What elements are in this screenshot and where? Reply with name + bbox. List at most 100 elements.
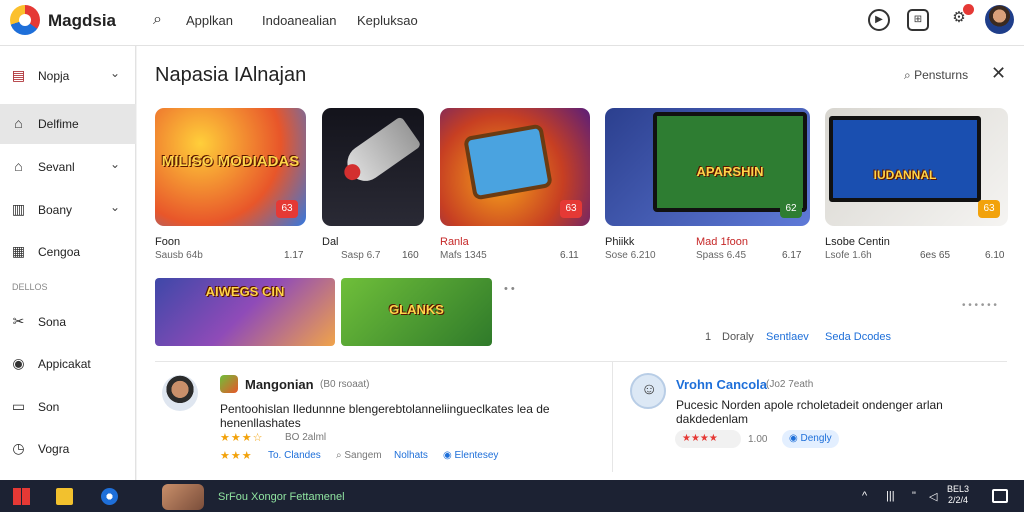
browser-icon[interactable] bbox=[101, 488, 118, 505]
game-card-2[interactable] bbox=[322, 108, 424, 226]
review-author[interactable]: Vrohn Cancola bbox=[676, 377, 767, 392]
sidebar-item-appicakat[interactable]: ◉ Appicakat bbox=[0, 344, 136, 384]
sidebar-section-label: DELLOS bbox=[12, 282, 48, 292]
sidebar-item-label: Delfime bbox=[38, 117, 79, 131]
review-sub: (Jo2 7eath bbox=[766, 379, 814, 390]
notification-center-icon[interactable] bbox=[992, 489, 1008, 503]
card-tag: 63 bbox=[560, 200, 582, 218]
nav-item-3[interactable]: Kepluksao bbox=[357, 13, 418, 28]
sidebar-item-cengoa[interactable]: ▦ Cengoa bbox=[0, 232, 136, 272]
network-icon[interactable]: ||| bbox=[886, 490, 895, 502]
taskbar-app-title[interactable]: SrFou Xongor Fettamenel bbox=[218, 491, 345, 503]
review-rating: 1.00 bbox=[748, 434, 768, 445]
game-card-1[interactable]: MILISO MODIADAS 63 bbox=[155, 108, 306, 226]
sidebar-item-sona[interactable]: ✂ Sona bbox=[0, 302, 136, 342]
review-pill-label: Dengly bbox=[800, 433, 832, 444]
sidebar-item-label: Sevanl bbox=[38, 160, 75, 174]
card-name[interactable]: Foon bbox=[155, 236, 180, 248]
pagination-dots[interactable]: • • bbox=[504, 283, 515, 295]
pin-icon: ◉ bbox=[12, 355, 25, 371]
card-name-2[interactable]: Mad 1foon bbox=[696, 236, 748, 248]
more-dots[interactable]: • • • • • • bbox=[962, 300, 997, 311]
chevron-down-icon[interactable]: ⌄ bbox=[110, 66, 120, 80]
search-icon[interactable]: ⌕ bbox=[153, 11, 162, 29]
chart-icon: ▦ bbox=[11, 243, 26, 259]
play-icon[interactable]: ▶ bbox=[868, 9, 890, 31]
divider bbox=[155, 361, 1007, 362]
card-tag: 63 bbox=[276, 200, 298, 218]
card-meta: Sasp 6.7 bbox=[341, 250, 381, 261]
avatar[interactable] bbox=[162, 375, 198, 411]
app-thumbnail[interactable] bbox=[162, 484, 204, 510]
game-card-3[interactable]: 63 bbox=[440, 108, 590, 226]
notification-badge bbox=[963, 4, 974, 15]
divider-vertical bbox=[612, 362, 613, 472]
review-tag[interactable]: ⌕ Sangem bbox=[336, 450, 382, 461]
review-tag[interactable]: Nolhats bbox=[394, 450, 428, 461]
card-num: 1.17 bbox=[284, 250, 304, 261]
game-card-4[interactable]: APARSHIN 62 bbox=[605, 108, 810, 226]
sidebar-item-son[interactable]: ▭ Son bbox=[0, 387, 136, 427]
card-title: APARSHIN bbox=[696, 164, 764, 179]
card-meta: Lsofe 1.6h bbox=[825, 250, 872, 261]
monitor-icon: ▭ bbox=[11, 398, 26, 414]
banner-2[interactable]: GLANKS bbox=[341, 278, 492, 346]
card-num: 6es 65 bbox=[920, 250, 951, 261]
search-action[interactable]: ⌕ Pensturns bbox=[904, 68, 968, 83]
clock-icon: ◷ bbox=[12, 440, 25, 456]
sidebar-item-vogra[interactable]: ◷ Vogra bbox=[0, 429, 136, 469]
review-pill[interactable]: ◉ Dengly bbox=[782, 430, 839, 448]
banner-title: AIWEGS CIN bbox=[205, 284, 285, 299]
avatar[interactable]: ☺ bbox=[630, 373, 666, 409]
clock[interactable]: BEL3 2/2/4 bbox=[947, 484, 969, 506]
sidebar-item-label: Appicakat bbox=[38, 357, 91, 371]
sort-control[interactable]: Sentlaev bbox=[766, 331, 809, 343]
sidebar-item-delfime[interactable]: ⌂ Delfime bbox=[0, 104, 136, 144]
nav-item-1[interactable]: Applkan bbox=[186, 13, 233, 28]
card-name[interactable]: Dal bbox=[322, 236, 339, 248]
sidebar-item-label: Boany bbox=[38, 203, 73, 217]
info-icon: ◉ bbox=[443, 450, 455, 461]
card-meta: Sose 6.210 bbox=[605, 250, 656, 261]
volume-icon[interactable]: " bbox=[912, 490, 916, 502]
card-num: 6.11 bbox=[560, 250, 579, 261]
rocket-image bbox=[340, 116, 422, 188]
card-name[interactable]: Ranla bbox=[440, 236, 469, 248]
brand-name: Magdsia bbox=[48, 11, 117, 30]
filter-control[interactable]: Seda Dcodes bbox=[825, 331, 891, 343]
display-control[interactable]: Doraly bbox=[722, 331, 754, 343]
app-logo[interactable] bbox=[10, 5, 40, 35]
avatar[interactable] bbox=[985, 5, 1014, 34]
nav-item-2[interactable]: Indoanealian bbox=[262, 13, 336, 28]
gamepad-icon[interactable]: ⊞ bbox=[907, 9, 929, 31]
chevron-down-icon[interactable]: ⌄ bbox=[110, 157, 120, 171]
card-title: MILISO MODIADAS bbox=[161, 152, 300, 170]
sidebar-item-sevanl[interactable]: ⌂ Sevanl ⌄ bbox=[0, 147, 136, 187]
sidebar-item-boany[interactable]: ▥ Boany ⌄ bbox=[0, 190, 136, 230]
taskbar: SrFou Xongor Fettamenel ^ ||| " ◁ BEL3 2… bbox=[0, 480, 1024, 512]
chevron-up-icon[interactable]: ^ bbox=[862, 490, 867, 502]
review-tag[interactable]: To. Clandes bbox=[268, 450, 321, 461]
top-bar: Magdsia ⌕ Applkan Indoanealian Kepluksao… bbox=[0, 0, 1024, 46]
folder-icon[interactable] bbox=[56, 488, 73, 505]
page-title: Napasia IAlnajan bbox=[155, 64, 307, 86]
tv-image: APARSHIN bbox=[653, 112, 807, 212]
review-tag[interactable]: ◉ Elentesey bbox=[443, 450, 498, 461]
speaker-icon[interactable]: ◁ bbox=[929, 490, 937, 503]
card-num: 6.17 bbox=[782, 250, 802, 261]
windows-icon[interactable] bbox=[13, 488, 30, 505]
star-rating-pill: ★★★★ bbox=[675, 430, 741, 448]
card-meta-2: Spass 6.45 bbox=[696, 250, 747, 261]
chevron-down-icon[interactable]: ⌄ bbox=[110, 200, 120, 214]
banner-title: GLANKS bbox=[389, 302, 444, 317]
sidebar-item-nopja[interactable]: ▤ Nopja ⌄ bbox=[0, 56, 136, 96]
banner-1[interactable]: AIWEGS CIN bbox=[155, 278, 335, 346]
sidebar-item-label: Sona bbox=[38, 315, 67, 329]
close-icon[interactable]: ✕ bbox=[991, 63, 1006, 84]
review-author[interactable]: Mangonian bbox=[245, 377, 314, 392]
card-name[interactable]: Lsobe Centin bbox=[825, 236, 890, 248]
card-name[interactable]: Phiikk bbox=[605, 236, 634, 248]
game-card-5[interactable]: IUDANNAL 63 bbox=[825, 108, 1008, 226]
app-icon bbox=[220, 375, 238, 393]
briefcase-icon: ▤ bbox=[11, 67, 26, 83]
